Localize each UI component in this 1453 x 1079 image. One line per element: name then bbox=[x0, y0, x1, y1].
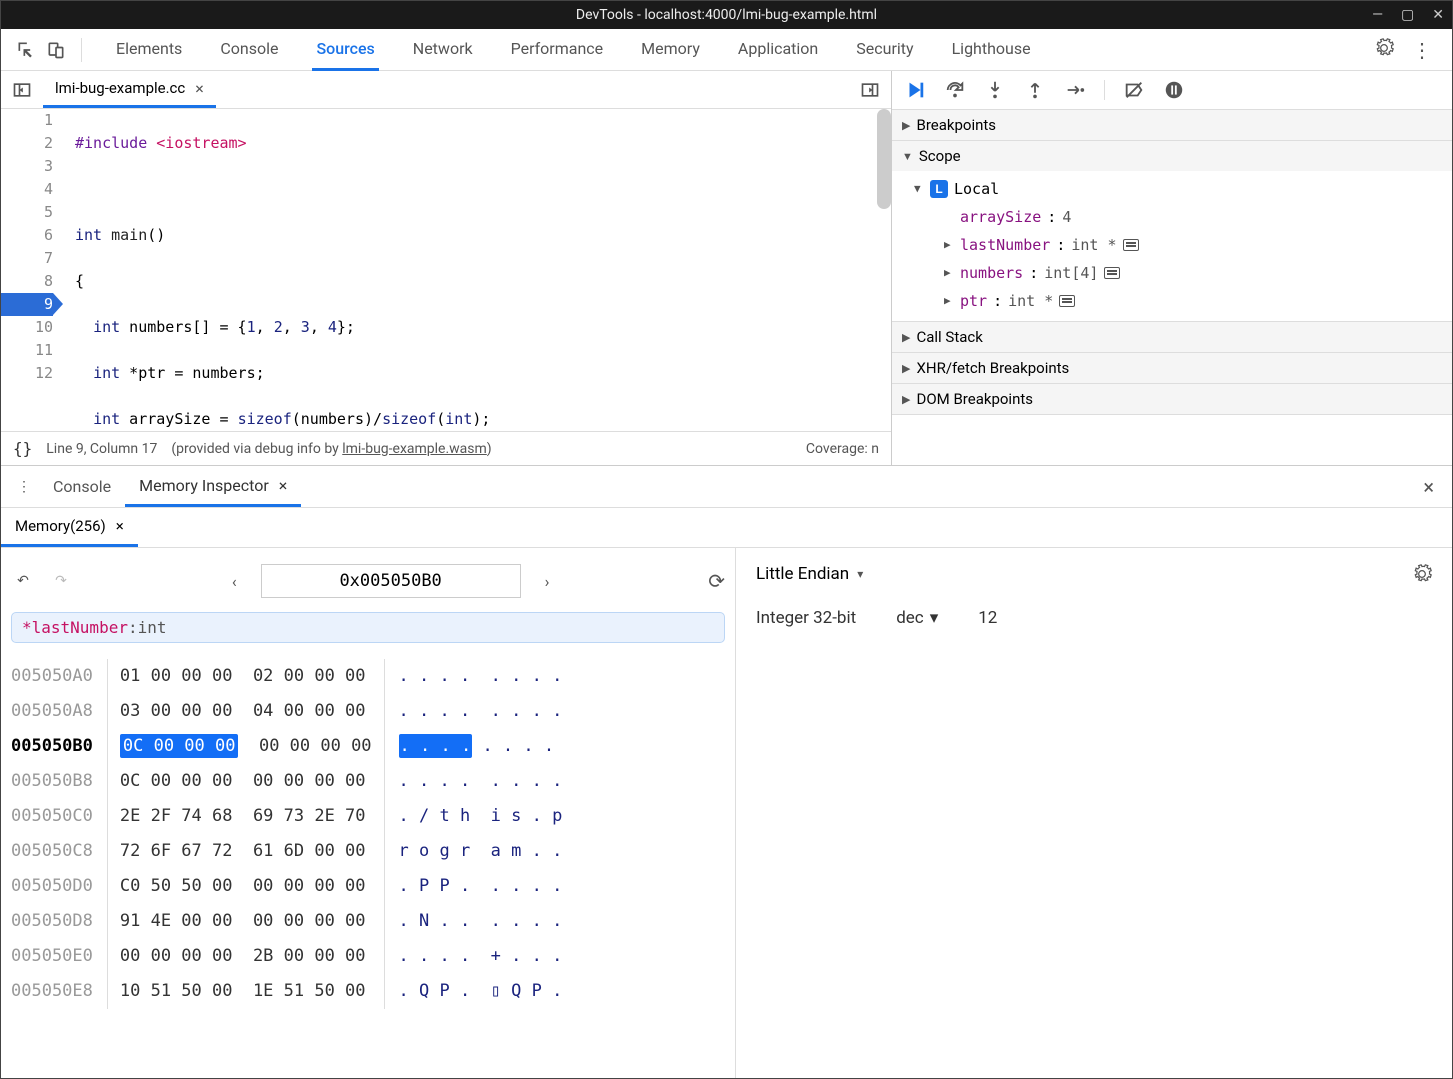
line-gutter: 1234 5678 9101112 bbox=[1, 109, 61, 431]
memory-hex-pane: ↶ ↷ ‹ › ⟳ *lastNumber: int 005050A000505… bbox=[1, 548, 736, 1078]
tab-application[interactable]: Application bbox=[734, 29, 822, 71]
sources-pane: lmi-bug-example.cc × 1234 5678 9101112 #… bbox=[1, 71, 892, 465]
device-toggle-icon[interactable] bbox=[41, 35, 71, 65]
undo-icon[interactable]: ↶ bbox=[11, 573, 35, 589]
chevron-down-icon: ▾ bbox=[857, 567, 863, 581]
tab-lighthouse[interactable]: Lighthouse bbox=[948, 29, 1035, 71]
snippets-toggle-icon[interactable] bbox=[851, 80, 889, 100]
pause-exceptions-icon[interactable] bbox=[1163, 79, 1185, 101]
drawer: ⋮ Console Memory Inspector× × Memory(256… bbox=[1, 466, 1452, 1078]
file-tabstrip: lmi-bug-example.cc × bbox=[1, 71, 891, 109]
redo-icon: ↷ bbox=[49, 573, 73, 589]
scope-local[interactable]: ▼LLocal bbox=[904, 175, 1452, 203]
close-icon[interactable]: × bbox=[279, 476, 288, 495]
highlight-chip[interactable]: *lastNumber: int bbox=[11, 612, 725, 643]
close-icon[interactable]: ✕ bbox=[1432, 7, 1444, 23]
step-out-icon[interactable] bbox=[1024, 79, 1046, 101]
prev-page-icon[interactable]: ‹ bbox=[222, 572, 247, 591]
hex-viewer[interactable]: 005050A0005050A8005050B0005050B8005050C0… bbox=[11, 659, 725, 1009]
memory-icon[interactable] bbox=[1059, 295, 1075, 307]
endian-select[interactable]: Little Endian▾ bbox=[756, 564, 1432, 584]
main-toolbar: Elements Console Sources Network Perform… bbox=[1, 29, 1452, 71]
debug-toolbar bbox=[892, 71, 1452, 110]
section-callstack[interactable]: ▶Call Stack bbox=[892, 322, 1452, 352]
step-into-icon[interactable] bbox=[984, 79, 1006, 101]
tab-performance[interactable]: Performance bbox=[507, 29, 608, 71]
wasm-link[interactable]: lmi-bug-example.wasm bbox=[342, 441, 487, 457]
tab-security[interactable]: Security bbox=[852, 29, 917, 71]
section-scope[interactable]: ▼Scope bbox=[892, 141, 1452, 171]
window-title: DevTools - localhost:4000/lmi-bug-exampl… bbox=[576, 7, 877, 23]
drawer-tabstrip: ⋮ Console Memory Inspector× × bbox=[1, 466, 1452, 508]
memory-icon[interactable] bbox=[1104, 267, 1120, 279]
scope-var[interactable]: ▶numbers: int[4] bbox=[904, 259, 1452, 287]
drawer-tab-memory-inspector[interactable]: Memory Inspector× bbox=[125, 466, 301, 507]
tab-elements[interactable]: Elements bbox=[112, 29, 186, 71]
panel-tabs: Elements Console Sources Network Perform… bbox=[112, 29, 1374, 71]
scrollbar[interactable] bbox=[877, 109, 891, 209]
deactivate-breakpoints-icon[interactable] bbox=[1123, 79, 1145, 101]
navigator-toggle-icon[interactable] bbox=[3, 80, 41, 100]
cursor-position: Line 9, Column 17 bbox=[46, 441, 157, 457]
debug-info-text: (provided via debug info by lmi-bug-exam… bbox=[171, 441, 491, 457]
section-xhr[interactable]: ▶XHR/fetch Breakpoints bbox=[892, 353, 1452, 383]
minimize-icon[interactable]: — bbox=[1372, 7, 1383, 23]
chevron-down-icon: ▾ bbox=[930, 608, 939, 628]
local-badge-icon: L bbox=[930, 180, 948, 198]
tab-sources[interactable]: Sources bbox=[312, 29, 378, 71]
inspect-icon[interactable] bbox=[11, 35, 41, 65]
resume-icon[interactable] bbox=[904, 79, 926, 101]
tab-console[interactable]: Console bbox=[216, 29, 282, 71]
section-dom[interactable]: ▶DOM Breakpoints bbox=[892, 384, 1452, 414]
scope-var[interactable]: ▶lastNumber: int * bbox=[904, 231, 1452, 259]
pretty-print-icon[interactable]: {} bbox=[13, 439, 32, 458]
scope-var[interactable]: arraySize: 4 bbox=[904, 203, 1452, 231]
gear-icon[interactable] bbox=[1374, 38, 1394, 62]
step-icon[interactable] bbox=[1064, 79, 1086, 101]
file-tab[interactable]: lmi-bug-example.cc × bbox=[43, 71, 216, 108]
separator bbox=[81, 38, 82, 62]
scope-var[interactable]: ▶ptr: int * bbox=[904, 287, 1452, 315]
status-bar: {} Line 9, Column 17 (provided via debug… bbox=[1, 431, 891, 465]
scope-body: ▼LLocal arraySize: 4 ▶lastNumber: int * … bbox=[892, 171, 1452, 321]
memory-nav: ↶ ↷ ‹ › ⟳ bbox=[11, 564, 725, 598]
int-value: 12 bbox=[978, 608, 997, 628]
close-icon[interactable]: × bbox=[195, 79, 204, 98]
close-icon[interactable]: × bbox=[116, 517, 124, 535]
memory-interpret-pane: Little Endian▾ Integer 32-bit dec▾ 12 bbox=[736, 548, 1452, 1078]
titlebar: DevTools - localhost:4000/lmi-bug-exampl… bbox=[1, 1, 1452, 29]
kebab-icon[interactable]: ⋮ bbox=[1412, 38, 1432, 62]
close-drawer-icon[interactable]: × bbox=[1413, 475, 1444, 499]
debugger-pane: ▶Breakpoints ▼Scope ▼LLocal arraySize: 4… bbox=[892, 71, 1452, 465]
drawer-tab-console[interactable]: Console bbox=[39, 466, 125, 507]
memory-tab[interactable]: Memory(256)× bbox=[1, 508, 138, 547]
memory-icon[interactable] bbox=[1123, 239, 1139, 251]
code-editor[interactable]: 1234 5678 9101112 #include <iostream> in… bbox=[1, 109, 891, 431]
tab-network[interactable]: Network bbox=[409, 29, 477, 71]
section-breakpoints[interactable]: ▶Breakpoints bbox=[892, 110, 1452, 140]
kebab-icon[interactable]: ⋮ bbox=[9, 479, 39, 495]
tab-memory[interactable]: Memory bbox=[637, 29, 704, 71]
coverage-text: Coverage: n bbox=[806, 441, 879, 457]
next-page-icon[interactable]: › bbox=[535, 572, 560, 591]
memory-tabstrip: Memory(256)× bbox=[1, 508, 1452, 548]
refresh-icon[interactable]: ⟳ bbox=[708, 569, 725, 593]
code-body[interactable]: #include <iostream> int main() { int num… bbox=[61, 109, 891, 431]
address-input[interactable] bbox=[261, 564, 521, 598]
file-tab-label: lmi-bug-example.cc bbox=[55, 79, 185, 97]
int-type-label: Integer 32-bit bbox=[756, 608, 856, 628]
step-over-icon[interactable] bbox=[944, 79, 966, 101]
gear-icon[interactable] bbox=[1412, 564, 1432, 588]
int-mode-select[interactable]: dec▾ bbox=[896, 608, 938, 628]
maximize-icon[interactable]: ▢ bbox=[1401, 7, 1414, 23]
